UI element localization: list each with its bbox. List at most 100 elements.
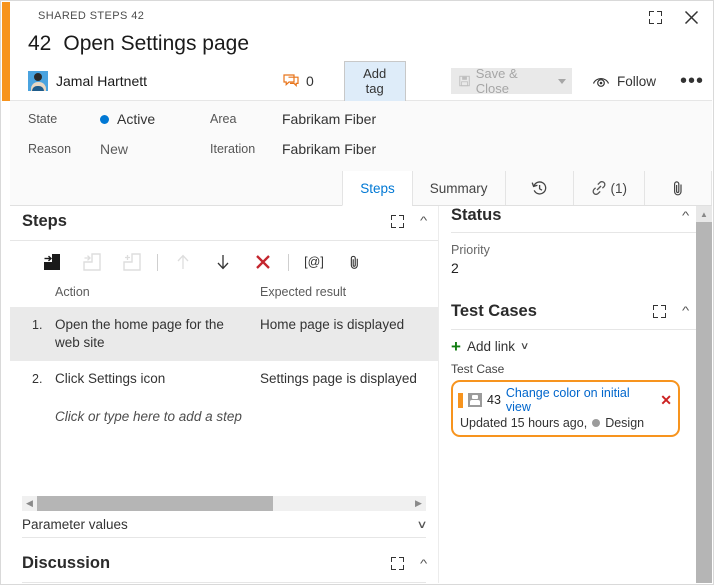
steps-section-title: Steps bbox=[22, 211, 67, 230]
discussion-maximize-icon[interactable] bbox=[387, 553, 409, 575]
state-value-wrap[interactable]: Active bbox=[100, 111, 155, 127]
move-up-icon bbox=[163, 249, 203, 275]
work-item-title[interactable]: Open Settings page bbox=[63, 32, 249, 56]
test-cases-maximize-icon[interactable] bbox=[649, 300, 671, 322]
work-item-type-color-swatch bbox=[458, 392, 463, 408]
scroll-right-icon[interactable]: ▶ bbox=[411, 498, 426, 509]
save-icon bbox=[459, 75, 470, 87]
step-number: 2. bbox=[32, 372, 43, 386]
save-and-close-label: Save & Close bbox=[475, 66, 518, 96]
field-iteration: Iteration Fabrikam Fiber bbox=[210, 141, 376, 157]
step-action[interactable]: Open the home page for the web site bbox=[55, 316, 260, 352]
remove-link-icon[interactable]: ✕ bbox=[656, 393, 672, 407]
status-collapse-chevron-up-icon[interactable]: ^ bbox=[682, 210, 689, 222]
steps-collapse-chevron-up-icon[interactable]: ^ bbox=[420, 215, 427, 227]
linked-item-title[interactable]: Change color on initial view bbox=[506, 386, 651, 414]
move-down-icon[interactable] bbox=[203, 249, 243, 275]
priority-label: Priority bbox=[451, 243, 490, 257]
work-item-dialog: SHARED STEPS 42 42 Open Settings page Ja… bbox=[0, 0, 714, 585]
window-controls bbox=[644, 6, 702, 28]
state-value: Active bbox=[117, 111, 156, 127]
steps-grid-header: Action Expected result bbox=[10, 281, 438, 307]
delete-step-icon[interactable] bbox=[243, 249, 283, 275]
save-and-close-button[interactable]: Save & Close bbox=[450, 66, 572, 96]
reason-label: Reason bbox=[28, 142, 72, 156]
steps-horizontal-scrollbar[interactable]: ◀ ▶ bbox=[22, 496, 426, 511]
table-row[interactable]: 2. Click Settings icon Settings page is … bbox=[10, 361, 438, 397]
follow-label: Follow bbox=[616, 73, 656, 89]
parameter-values-section[interactable]: Parameter values ∨ bbox=[22, 512, 428, 538]
column-num bbox=[10, 285, 55, 299]
insert-parameter-icon[interactable]: [@] bbox=[294, 249, 334, 275]
tab-attachments[interactable] bbox=[644, 171, 712, 205]
more-actions-button[interactable]: ••• bbox=[680, 71, 704, 91]
add-step-row[interactable]: Click or type here to add a step bbox=[10, 397, 438, 433]
steps-section-header: Steps ^ bbox=[10, 206, 438, 241]
tab-bar: Steps Summary (1) bbox=[10, 171, 712, 206]
iteration-value[interactable]: Fabrikam Fiber bbox=[282, 141, 376, 157]
page-title: 42 Open Settings page bbox=[28, 32, 249, 56]
tab-steps[interactable]: Steps bbox=[342, 171, 412, 206]
step-expected-result[interactable]: Home page is displayed bbox=[260, 316, 438, 352]
scroll-thumb[interactable] bbox=[37, 496, 273, 511]
history-icon bbox=[531, 180, 546, 195]
table-row[interactable]: 1. Open the home page for the web site H… bbox=[10, 307, 438, 361]
iteration-label: Iteration bbox=[210, 142, 256, 156]
discussion-section: Discussion ^ bbox=[22, 545, 427, 583]
step-action[interactable]: Click Settings icon bbox=[55, 370, 260, 388]
follow-button[interactable]: Follow bbox=[592, 74, 656, 89]
tab-summary-label: Summary bbox=[429, 180, 488, 196]
chevron-down-icon[interactable] bbox=[557, 78, 566, 84]
field-state: State Active bbox=[28, 111, 155, 127]
vertical-scroll-thumb[interactable] bbox=[696, 222, 712, 583]
tab-links[interactable]: (1) bbox=[572, 171, 645, 205]
discussion-title: Discussion bbox=[22, 554, 111, 572]
details-pane: Status ^ Priority 2 Test Cases ^ + Add l… bbox=[438, 206, 696, 583]
insert-shared-steps-icon bbox=[72, 249, 112, 275]
list-item[interactable]: 43 Change color on initial view ✕ Update… bbox=[451, 380, 680, 437]
reason-value[interactable]: New bbox=[100, 141, 128, 157]
tab-history[interactable] bbox=[504, 171, 573, 205]
tab-summary[interactable]: Summary bbox=[411, 171, 505, 205]
parameter-values-chevron-down-icon[interactable]: ∨ bbox=[416, 518, 427, 531]
link-group-label: Test Case bbox=[451, 362, 505, 376]
assigned-to[interactable]: Jamal Hartnett bbox=[28, 71, 265, 91]
add-tag-button[interactable]: Add tag bbox=[343, 60, 406, 102]
priority-value[interactable]: 2 bbox=[451, 260, 696, 276]
tab-links-count: (1) bbox=[610, 180, 628, 196]
discussion-count: 0 bbox=[305, 73, 314, 89]
discussion-collapse-chevron-up-icon[interactable]: ^ bbox=[420, 558, 427, 570]
add-link-chevron-down-icon[interactable]: ∨ bbox=[520, 341, 530, 352]
field-strip: State Active Reason New Area Fabrikam Fi… bbox=[10, 101, 712, 171]
add-link-label: Add link bbox=[466, 339, 515, 354]
breadcrumb: SHARED STEPS 42 bbox=[38, 10, 145, 22]
create-shared-steps-icon bbox=[112, 249, 152, 275]
state-label: State bbox=[28, 112, 58, 126]
step-number: 1. bbox=[32, 318, 43, 332]
avatar bbox=[28, 71, 48, 91]
linked-item-state-dot-icon bbox=[592, 419, 601, 427]
attach-file-icon[interactable] bbox=[334, 249, 374, 275]
add-link-button[interactable]: + Add link ∨ bbox=[451, 338, 696, 355]
linked-item-state: Design bbox=[605, 416, 645, 430]
scroll-up-icon[interactable]: ▲ bbox=[696, 206, 712, 222]
area-value[interactable]: Fabrikam Fiber bbox=[282, 111, 376, 127]
dialog-vertical-scrollbar[interactable]: ▲ bbox=[696, 206, 712, 583]
area-label: Area bbox=[210, 112, 237, 126]
step-expected-result[interactable]: Settings page is displayed bbox=[260, 370, 438, 388]
maximize-icon[interactable] bbox=[644, 6, 666, 28]
scroll-track[interactable] bbox=[37, 496, 411, 511]
discussion-count-button[interactable]: 0 bbox=[283, 73, 314, 89]
steps-maximize-icon[interactable] bbox=[387, 210, 409, 232]
insert-step-icon[interactable] bbox=[32, 249, 72, 275]
test-cases-collapse-chevron-up-icon[interactable]: ^ bbox=[682, 305, 689, 317]
test-cases-section-title: Test Cases bbox=[451, 301, 537, 320]
dialog-header: SHARED STEPS 42 42 Open Settings page Ja… bbox=[10, 2, 712, 102]
toolbar-separator-2 bbox=[288, 253, 289, 271]
test-cases-section-header: Test Cases ^ bbox=[451, 300, 696, 330]
add-step-placeholder[interactable]: Click or type here to add a step bbox=[55, 409, 242, 424]
scroll-left-icon[interactable]: ◀ bbox=[22, 498, 37, 509]
work-item-type-color-bar bbox=[2, 2, 10, 101]
close-icon[interactable] bbox=[680, 6, 702, 28]
linked-item-updated: Updated 15 hours ago, bbox=[460, 416, 588, 430]
